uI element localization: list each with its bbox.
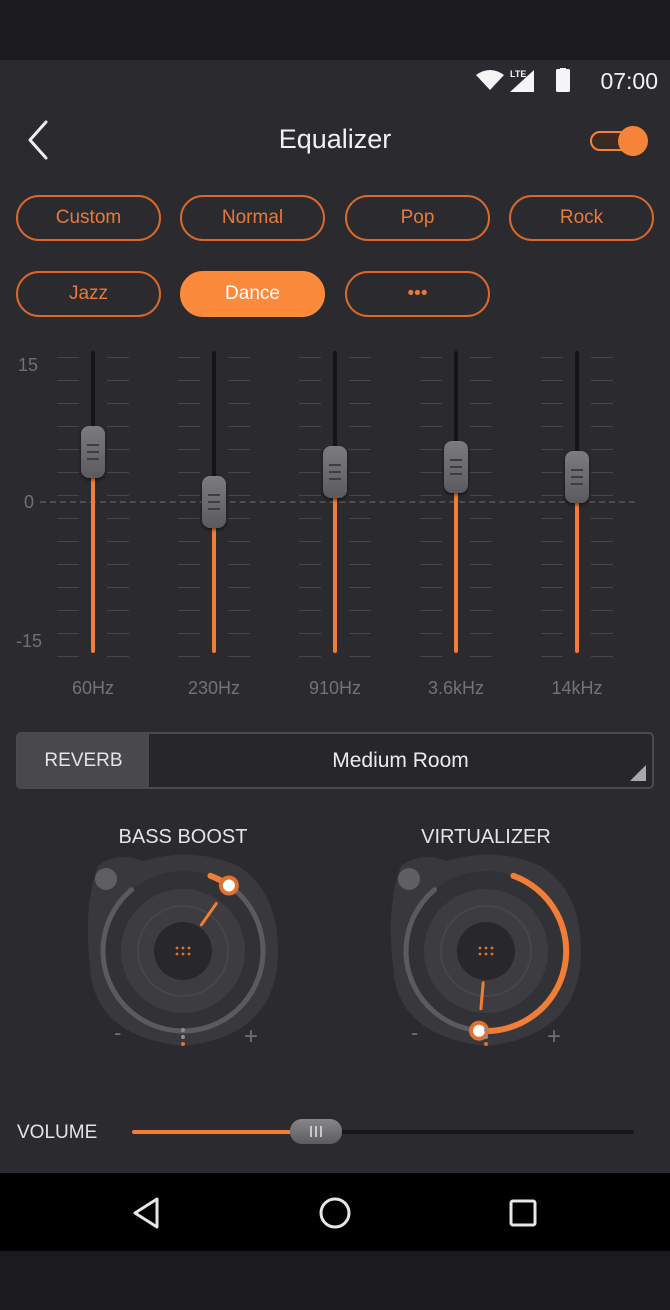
eq-band: 230Hz (164, 345, 264, 705)
preset-pop[interactable]: Pop (345, 195, 490, 241)
knob-minus-label: - (114, 1020, 121, 1045)
equalizer-panel: 15 0 -15 60Hz 230Hz 910Hz 3.6kHz 14kHz (0, 345, 670, 705)
knob-minus-label: - (411, 1020, 418, 1045)
indicator-led (398, 868, 420, 890)
reverb-label: REVERB (18, 734, 149, 787)
square-recents-icon (509, 1199, 537, 1227)
preset-custom[interactable]: Custom (16, 195, 161, 241)
dropdown-corner-icon (630, 765, 646, 781)
preset-jazz[interactable]: Jazz (16, 271, 161, 317)
nav-home-button[interactable] (315, 1195, 355, 1231)
preset-rock[interactable]: Rock (509, 195, 654, 241)
equalizer-enable-toggle[interactable] (590, 126, 650, 156)
virtualizer-knob[interactable]: - + (381, 846, 591, 1056)
scale-zero-label: 0 (24, 492, 35, 512)
band-fill (91, 451, 95, 653)
bass-boost-knob[interactable]: - + (78, 846, 288, 1056)
battery-icon (556, 69, 570, 92)
band-slider-handle[interactable] (444, 440, 468, 493)
system-navigation-bar (0, 1173, 670, 1251)
preset-normal[interactable]: Normal (180, 195, 325, 241)
band-slider-handle[interactable] (323, 445, 347, 498)
nav-recents-button[interactable] (503, 1195, 543, 1231)
knob-marker (218, 875, 239, 896)
reverb-dropdown[interactable]: REVERB Medium Room (16, 732, 654, 789)
knob-plus-label: + (244, 1023, 258, 1050)
wifi-icon (476, 70, 504, 90)
volume-fill (132, 1130, 294, 1134)
band-slider-handle[interactable] (565, 450, 589, 503)
eq-band: 14kHz (527, 345, 627, 705)
reverb-value: Medium Room (332, 748, 469, 772)
volume-label: VOLUME (17, 1122, 98, 1143)
preset-dance[interactable]: Dance (180, 271, 325, 317)
preset-more-button[interactable]: ••• (345, 271, 490, 317)
eq-band: 60Hz (43, 345, 143, 705)
band-slider-handle[interactable] (202, 476, 226, 528)
toggle-knob (618, 126, 648, 156)
equalizer-screen: LTE 07:00 Equalizer Custom Normal Pop Ro… (0, 60, 670, 1173)
volume-slider-thumb[interactable] (289, 1119, 342, 1144)
band-fill (454, 466, 458, 653)
scale-min-label: -15 (16, 631, 43, 651)
header: Equalizer (0, 110, 670, 170)
band-fill (333, 471, 337, 653)
band-frequency-label: 230Hz (187, 678, 241, 698)
bottom-bezel (0, 1251, 670, 1310)
status-time: 07:00 (600, 68, 658, 94)
triangle-back-icon (133, 1197, 159, 1229)
band-slider-handle[interactable] (81, 425, 105, 478)
eq-band: 3.6kHz (406, 345, 506, 705)
status-icons: LTE (476, 68, 570, 92)
status-bar: LTE 07:00 (0, 60, 670, 100)
eq-band: 910Hz (285, 345, 385, 705)
band-fill (575, 476, 579, 653)
knob-plus-label: + (547, 1023, 561, 1050)
circle-home-icon (319, 1197, 351, 1229)
top-bezel (0, 0, 670, 60)
scale-max-label: 15 (18, 355, 39, 375)
band-frequency-label: 3.6kHz (427, 678, 485, 698)
page-title: Equalizer (278, 124, 392, 154)
indicator-led (95, 868, 117, 890)
band-frequency-label: 14kHz (551, 678, 603, 698)
band-frequency-label: 60Hz (71, 678, 115, 698)
network-type-label: LTE (510, 69, 526, 79)
nav-back-button[interactable] (127, 1195, 167, 1231)
band-frequency-label: 910Hz (308, 678, 362, 698)
